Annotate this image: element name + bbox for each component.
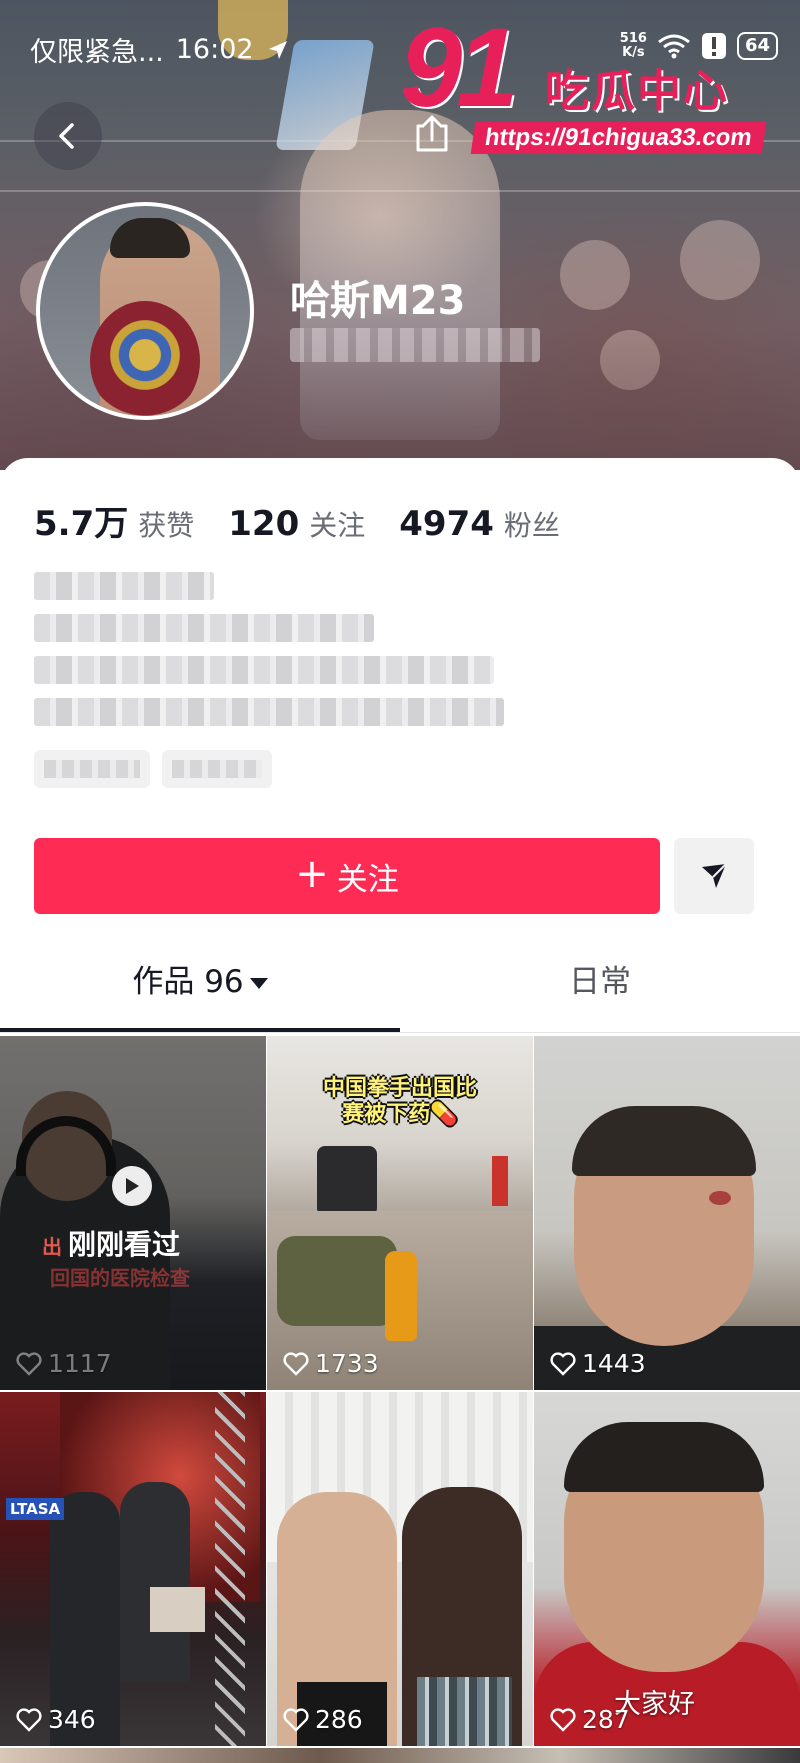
heart-icon bbox=[16, 1351, 42, 1376]
status-left: 仅限紧急... 16:02 bbox=[30, 30, 290, 69]
tab-works[interactable]: 作品 96 bbox=[0, 948, 400, 1030]
video-tile[interactable]: 286 bbox=[267, 1392, 533, 1746]
heart-icon bbox=[16, 1707, 42, 1732]
stat-likes-value: 5.7万 bbox=[34, 504, 129, 544]
send-icon bbox=[702, 863, 727, 888]
caption-partial: 出 bbox=[42, 1235, 62, 1259]
recently-viewed-badge: 出刚刚看过 bbox=[42, 1223, 181, 1263]
follow-label: 关注 bbox=[336, 861, 399, 898]
stat-followers[interactable]: 4974 粉丝 bbox=[399, 504, 560, 544]
heart-icon bbox=[283, 1707, 309, 1732]
like-count: 286 bbox=[283, 1705, 363, 1734]
profile-stats: 5.7万 获赞 120 关注 4974 粉丝 bbox=[34, 496, 560, 545]
battery-indicator: 64 bbox=[736, 32, 778, 60]
thumb-hair bbox=[572, 1106, 756, 1176]
stat-following[interactable]: 120 关注 bbox=[228, 504, 365, 544]
video-caption: 中国拳手出国比 赛被下药💊 bbox=[322, 1076, 477, 1127]
like-count: 287 bbox=[550, 1705, 630, 1734]
back-button[interactable] bbox=[34, 102, 102, 170]
chevron-left-icon bbox=[59, 123, 74, 149]
avatar-championship-belt bbox=[90, 301, 200, 416]
stat-following-value: 120 bbox=[228, 504, 300, 544]
thumb-logo: LTASA bbox=[6, 1498, 65, 1520]
blurred-tag bbox=[162, 750, 272, 788]
clock: 16:02 bbox=[175, 34, 254, 65]
share-icon[interactable] bbox=[410, 112, 454, 156]
tab-divider bbox=[0, 1032, 800, 1033]
blurred-account-id bbox=[290, 328, 540, 362]
thumb-bag bbox=[277, 1236, 397, 1326]
thumb-shorts bbox=[417, 1677, 512, 1746]
blurred-bio-line bbox=[34, 656, 494, 684]
like-count-value: 1117 bbox=[48, 1349, 112, 1378]
thumb-flag bbox=[492, 1156, 508, 1206]
crowd-figure bbox=[560, 240, 630, 310]
notification-text: 仅限紧急... bbox=[30, 37, 164, 68]
stat-likes-label: 获赞 bbox=[138, 509, 195, 542]
video-tile[interactable]: 1443 bbox=[534, 1036, 800, 1390]
blurred-tag bbox=[34, 750, 150, 788]
tab-daily-label: 日常 bbox=[569, 964, 631, 1000]
next-video-row-peek[interactable] bbox=[0, 1748, 800, 1763]
like-count: 1117 bbox=[16, 1349, 112, 1378]
watermark-name: 吃瓜中心 bbox=[545, 66, 729, 117]
username: 哈斯M23 bbox=[290, 278, 466, 324]
tab-daily[interactable]: 日常 bbox=[400, 948, 800, 1030]
like-count-value: 1733 bbox=[315, 1349, 379, 1378]
network-speed-value: 516 bbox=[619, 31, 647, 46]
watermark-url: https://91chigua33.com bbox=[470, 122, 766, 154]
like-count-value: 346 bbox=[48, 1705, 96, 1734]
stat-following-label: 关注 bbox=[309, 509, 366, 542]
crowd-figure bbox=[680, 220, 760, 300]
like-count: 1443 bbox=[550, 1349, 646, 1378]
like-count-value: 1443 bbox=[582, 1349, 646, 1378]
profile-cover: 仅限紧急... 16:02 516 K/s 64 91 吃瓜中心 https:/… bbox=[0, 0, 800, 470]
blurred-bio-line bbox=[34, 572, 214, 600]
video-tile[interactable]: 大家好 287 bbox=[534, 1392, 800, 1746]
stat-likes[interactable]: 5.7万 获赞 bbox=[34, 496, 194, 545]
plus-icon: + bbox=[295, 851, 329, 897]
stat-followers-value: 4974 bbox=[399, 504, 494, 544]
video-subcaption: 回国的医院检查 bbox=[50, 1266, 190, 1290]
heart-icon bbox=[283, 1351, 309, 1376]
thumb-person bbox=[120, 1482, 190, 1682]
video-tile[interactable]: LTASA 346 bbox=[0, 1392, 266, 1746]
recently-viewed-overlay bbox=[0, 1036, 266, 1390]
avatar[interactable] bbox=[36, 202, 254, 420]
message-button[interactable] bbox=[674, 838, 754, 914]
like-count-value: 287 bbox=[582, 1705, 630, 1734]
content-tabs: 作品 96 日常 bbox=[0, 948, 800, 1030]
thumb-bruise bbox=[709, 1191, 731, 1205]
thumb-bottle bbox=[385, 1251, 417, 1341]
watermark-number: 91 bbox=[400, 5, 519, 130]
video-tile[interactable]: 出刚刚看过 回国的医院检查 1117 bbox=[0, 1036, 266, 1390]
thumb-truss bbox=[215, 1392, 245, 1746]
video-tile[interactable]: 中国拳手出国比 赛被下药💊 1733 bbox=[267, 1036, 533, 1390]
recently-viewed-label: 刚刚看过 bbox=[68, 1228, 181, 1261]
tab-works-label: 作品 96 bbox=[132, 964, 244, 1000]
thumb-hair bbox=[564, 1422, 764, 1492]
blurred-bio-line[interactable] bbox=[34, 698, 504, 726]
like-count-value: 286 bbox=[315, 1705, 363, 1734]
thumb-chair bbox=[317, 1146, 377, 1216]
blurred-bio-line bbox=[34, 614, 374, 642]
like-count: 346 bbox=[16, 1705, 96, 1734]
caret-down-icon bbox=[249, 978, 268, 989]
heart-icon bbox=[550, 1707, 576, 1732]
heart-icon bbox=[550, 1351, 576, 1376]
stat-followers-label: 粉丝 bbox=[503, 509, 560, 542]
like-count: 1733 bbox=[283, 1349, 379, 1378]
thumb-shorts bbox=[150, 1587, 205, 1632]
play-icon bbox=[112, 1166, 152, 1206]
location-arrow-icon bbox=[268, 40, 287, 59]
follow-button[interactable]: + 关注 bbox=[34, 838, 660, 914]
